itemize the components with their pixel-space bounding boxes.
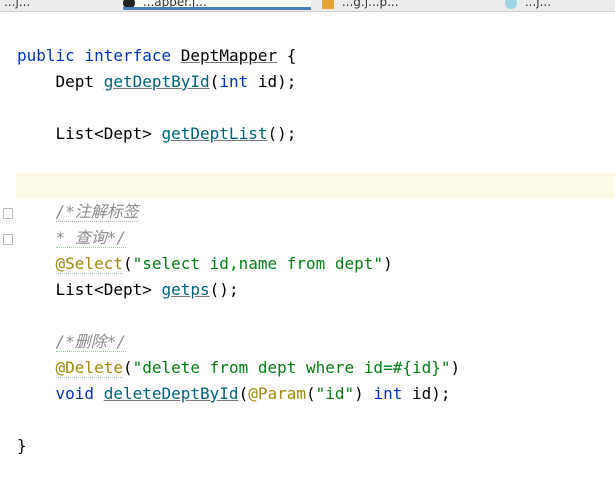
code-line: public interface DeptMapper {	[17, 46, 297, 65]
code-line: @Delete("delete from dept where id=#{id}…	[55, 358, 461, 378]
code-line: /*注解标签	[55, 202, 139, 222]
editor-gutter	[0, 12, 16, 477]
code-line: List<Dept> getDeptList();	[55, 124, 297, 143]
editor-tab[interactable]: ...g.j...p...	[322, 0, 399, 10]
code-line: @Select("select id,name from dept")	[55, 254, 393, 274]
fold-marker-icon[interactable]	[3, 234, 13, 245]
code-line: }	[17, 436, 27, 455]
code-line: List<Dept> getps();	[55, 280, 239, 299]
editor-tab[interactable]: ...j...	[505, 0, 551, 10]
code-line: * 查询*/	[55, 228, 127, 248]
active-tab-indicator	[123, 7, 311, 10]
editor-tab[interactable]: ...j...	[4, 0, 30, 10]
caret-row-highlight	[0, 173, 615, 199]
editor-tab-bar: ...j... ...apper.j... ...g.j...p... ...j…	[0, 0, 615, 12]
code-editor[interactable]: public interface DeptMapper { Dept getDe…	[0, 12, 615, 477]
code-line: void deleteDeptById(@Param("id") int id)…	[55, 384, 451, 403]
code-line: Dept getDeptById(int id);	[55, 72, 297, 91]
editor-tab-active[interactable]: ...apper.j...	[123, 0, 311, 10]
file-type-icon	[322, 0, 334, 9]
fold-marker-icon[interactable]	[3, 208, 13, 219]
class-file-icon	[505, 0, 517, 9]
code-line: /*删除*/	[55, 332, 127, 352]
